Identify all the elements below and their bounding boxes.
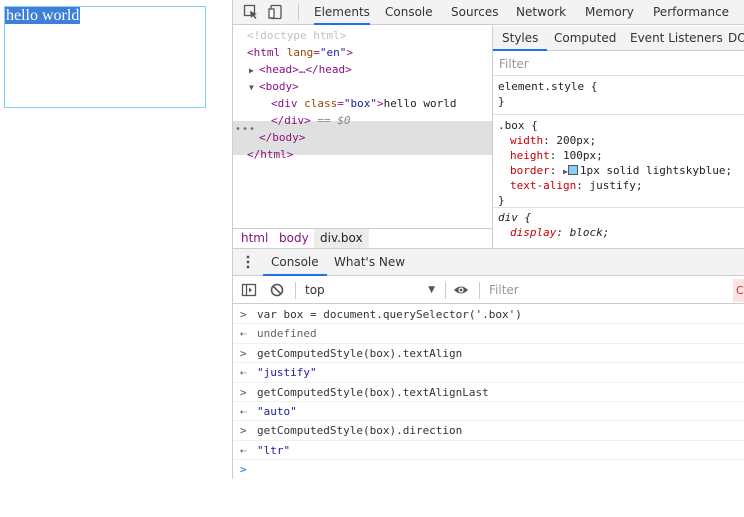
tab-console[interactable]: Console: [385, 0, 433, 25]
tab-network[interactable]: Network: [516, 0, 566, 25]
console-output-line: ⇠ "auto": [233, 402, 744, 422]
toolbar-separator: [479, 282, 480, 299]
tab-performance[interactable]: Performance: [653, 0, 729, 25]
css-declaration[interactable]: height: 100px;: [498, 148, 744, 163]
console-filter-input[interactable]: Filter: [483, 279, 733, 301]
drawer-menu-icon[interactable]: [245, 254, 251, 270]
drawer-tabbar: Console What's New: [233, 249, 744, 276]
prompt-chevron-icon: >: [240, 463, 247, 477]
box-text[interactable]: hello world: [5, 7, 81, 24]
dom-tree: ••• <!doctype html> <html lang="en"> ▶ <h…: [233, 26, 492, 228]
css-declaration[interactable]: text-align: justify;: [498, 178, 744, 193]
output-arrow-icon: ⇠: [240, 443, 247, 457]
console-output-line: ⇠ undefined: [233, 324, 744, 344]
output-arrow-icon: ⇠: [240, 327, 247, 341]
console-input-line[interactable]: > getComputedStyle(box).textAlignLast: [233, 383, 744, 402]
live-expression-eye-icon[interactable]: [453, 282, 469, 298]
breadcrumb-html[interactable]: html: [235, 229, 274, 248]
demo-box[interactable]: hello world: [4, 6, 206, 108]
collapse-triangle-icon[interactable]: ▼: [249, 79, 259, 96]
styles-tabbar: Styles Computed Event Listeners DO: [493, 26, 744, 51]
rule-close-brace: }: [498, 194, 505, 207]
rule-close-brace: }: [498, 95, 505, 108]
clear-console-icon[interactable]: [269, 282, 285, 298]
console-output-line: ⇠ "justify": [233, 363, 744, 383]
dom-head-node[interactable]: ▶ <head>…</head>: [249, 61, 352, 78]
input-chevron-icon: >: [240, 346, 247, 360]
color-swatch[interactable]: [567, 165, 578, 175]
filter-edge-control[interactable]: C: [733, 279, 744, 302]
dom-doctype[interactable]: <!doctype html>: [247, 27, 346, 44]
page-viewport: hello world: [0, 0, 232, 479]
expand-triangle-icon[interactable]: ▶: [249, 62, 259, 79]
breadcrumb-div-box[interactable]: div.box: [314, 229, 369, 248]
tab-event-listeners[interactable]: Event Listeners: [630, 26, 723, 51]
toolbar-separator: [445, 282, 446, 299]
element-style-selector[interactable]: element.style {: [498, 79, 744, 94]
element-style-rule: element.style { }: [493, 79, 744, 115]
breadcrumb-body[interactable]: body: [273, 229, 315, 248]
context-select[interactable]: top ▼: [301, 277, 441, 304]
dom-html-node[interactable]: <html lang="en">: [247, 44, 353, 61]
drawer-tab-whats-new[interactable]: What's New: [334, 249, 405, 276]
input-chevron-icon: >: [240, 308, 247, 321]
tab-sources[interactable]: Sources: [451, 0, 498, 25]
dom-div-close[interactable]: </div> == $0: [271, 112, 351, 129]
toolbar-separator: [298, 4, 299, 21]
styles-filter-input[interactable]: Filter: [493, 52, 744, 76]
tab-computed[interactable]: Computed: [554, 26, 616, 51]
console-input-line[interactable]: > var box = document.querySelector('.box…: [233, 305, 744, 325]
input-chevron-icon: >: [240, 385, 247, 399]
box-selector[interactable]: .box {: [498, 118, 744, 133]
styles-pane: Styles Computed Event Listeners DO Filte…: [492, 26, 744, 248]
output-arrow-icon: ⇠: [240, 405, 247, 418]
css-declaration[interactable]: border: ▶ 1px solid lightskyblue;: [498, 163, 744, 178]
console-input-line[interactable]: > getComputedStyle(box).textAlign: [233, 344, 744, 364]
console-toolbar: top ▼ Filter C: [233, 277, 744, 304]
tab-styles[interactable]: Styles: [493, 26, 548, 51]
output-arrow-icon: ⇠: [240, 366, 247, 380]
tab-elements[interactable]: Elements: [314, 0, 370, 25]
devtools-main-toolbar: Elements Console Sources Network Memory …: [233, 0, 744, 25]
inspect-element-icon[interactable]: [243, 4, 259, 20]
box-style-rule: .box { width: 200px; height: 100px; bord…: [493, 118, 744, 208]
tab-dom-breakpoints[interactable]: DO: [728, 26, 744, 51]
dom-div-node[interactable]: <div class="box">hello world: [271, 95, 456, 112]
devtools-panel: Elements Console Sources Network Memory …: [232, 0, 744, 479]
device-toolbar-icon[interactable]: [268, 4, 284, 20]
dom-html-close[interactable]: </html>: [247, 146, 293, 163]
show-sidebar-icon[interactable]: [241, 282, 257, 298]
drawer-tab-console[interactable]: Console: [263, 249, 327, 276]
breadcrumb: html body div.box: [233, 228, 492, 248]
console-output-line: ⇠ "ltr": [233, 441, 744, 461]
console-drawer: Console What's New top ▼ Filter C > var …: [233, 248, 744, 479]
dropdown-arrow-icon: ▼: [428, 285, 435, 295]
console-log: > var box = document.querySelector('.box…: [233, 305, 744, 480]
css-declaration: display: block;: [510, 226, 610, 239]
css-declaration[interactable]: width: 200px;: [498, 133, 744, 148]
div-selector: div {: [498, 211, 532, 224]
dom-body-node[interactable]: ▼ <body>: [249, 78, 299, 95]
input-chevron-icon: >: [240, 424, 247, 438]
console-input-line[interactable]: > getComputedStyle(box).direction: [233, 421, 744, 441]
toolbar-separator: [295, 282, 296, 299]
context-value: top: [305, 283, 325, 297]
tab-memory[interactable]: Memory: [585, 0, 634, 25]
node-actions-icon[interactable]: •••: [235, 124, 256, 135]
div-useragent-rule: div { display: block;: [493, 210, 744, 248]
dom-body-close[interactable]: </body>: [259, 129, 305, 146]
console-prompt[interactable]: >: [233, 460, 744, 479]
